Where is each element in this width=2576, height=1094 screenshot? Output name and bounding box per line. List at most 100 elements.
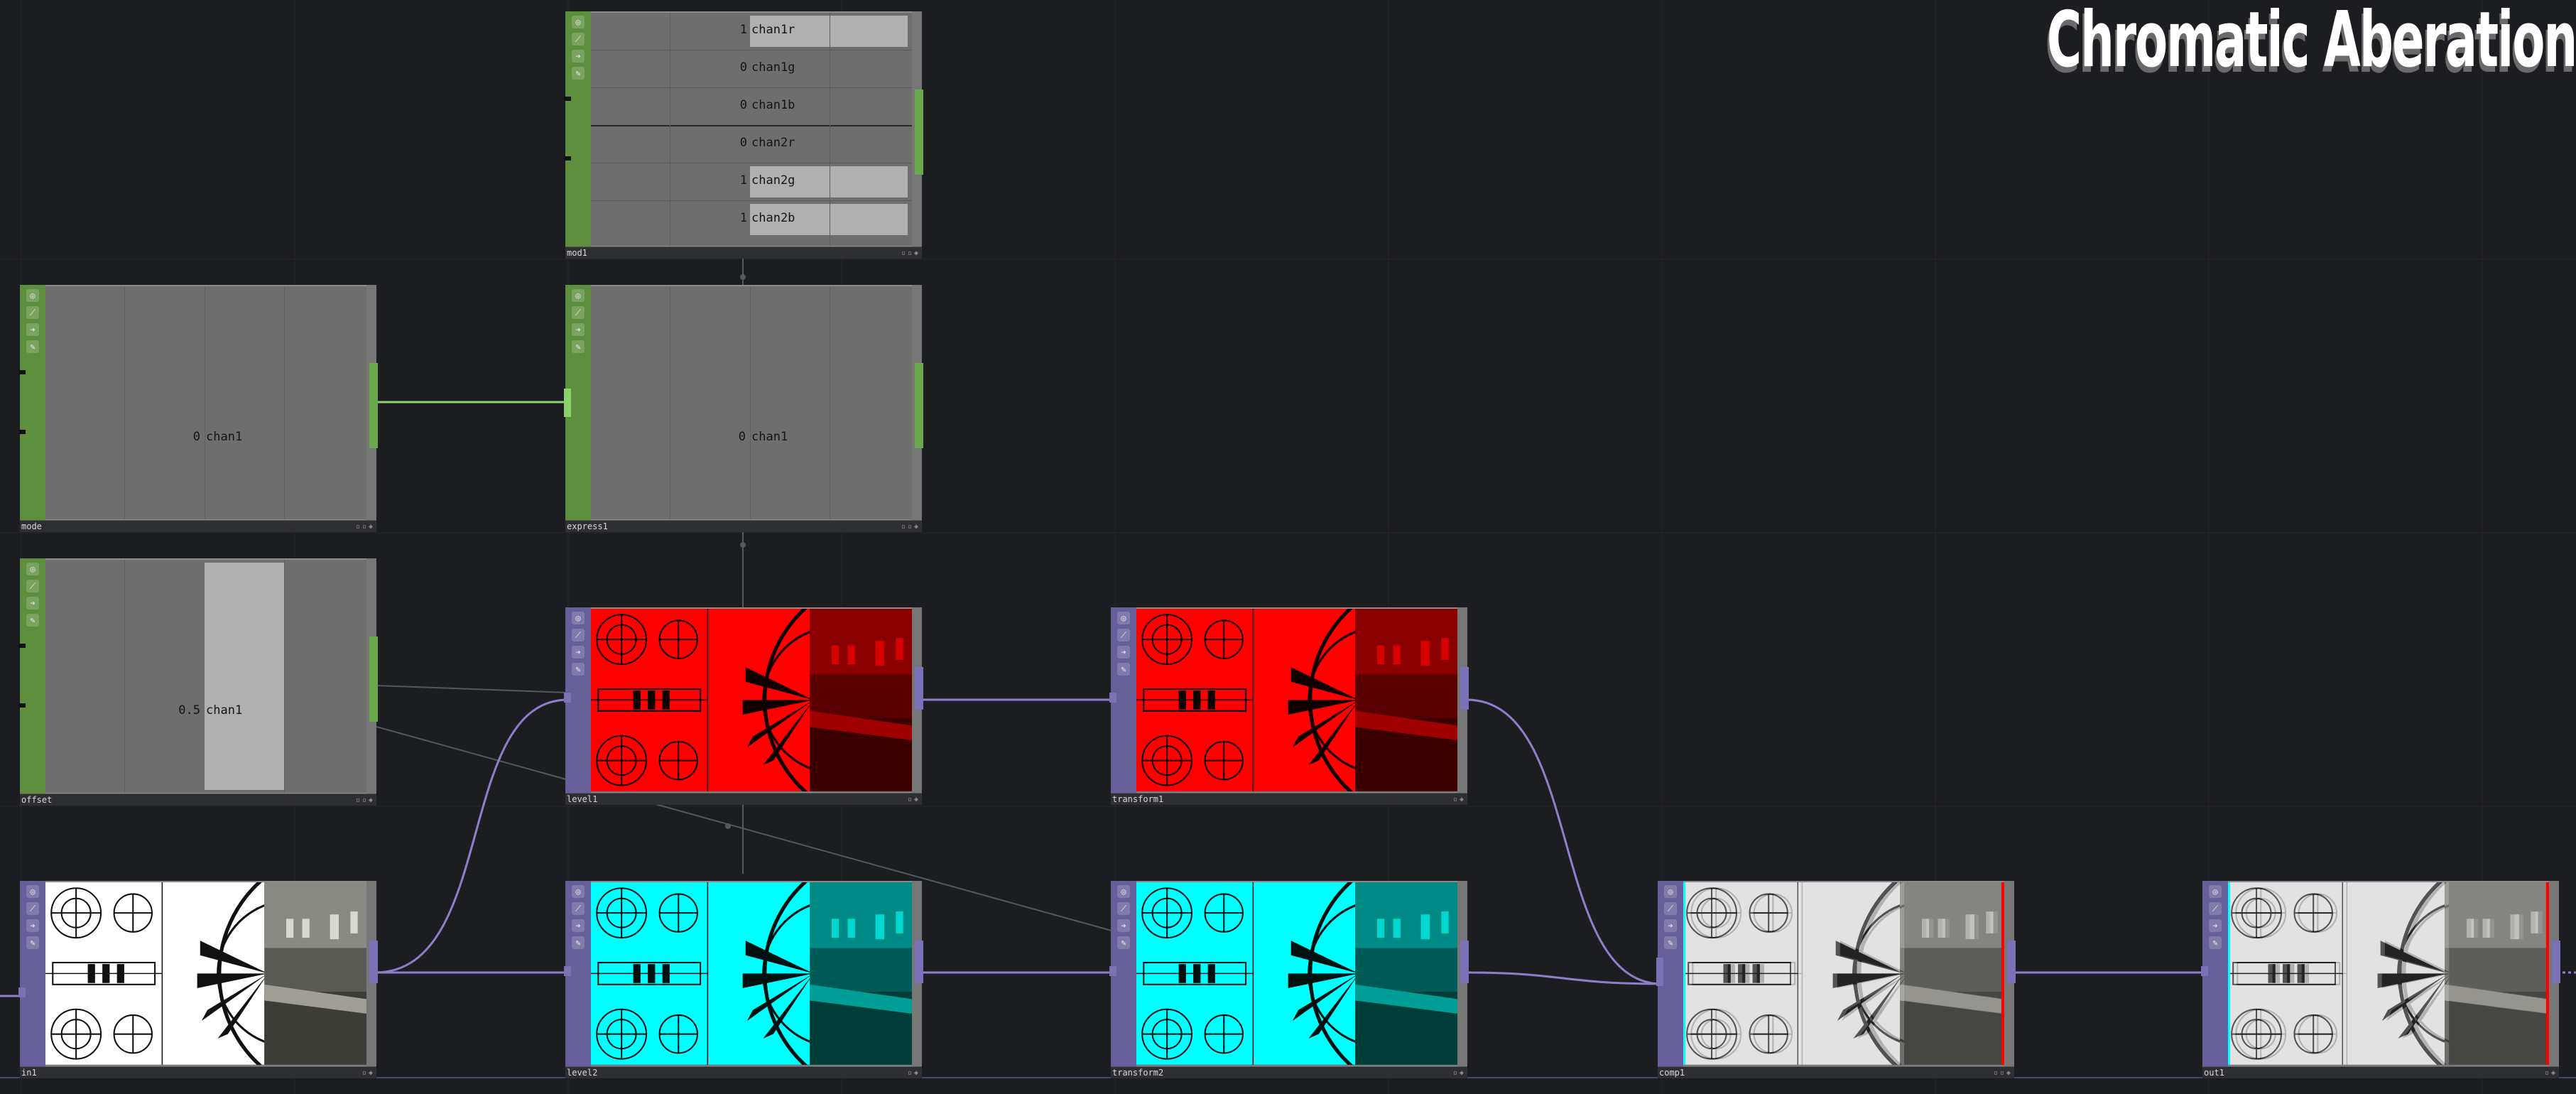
chop-input-connector[interactable] bbox=[18, 703, 26, 708]
bypass-icon[interactable]: ⟋ bbox=[2209, 902, 2222, 915]
top-input-connector[interactable] bbox=[564, 966, 571, 976]
node-out1[interactable]: ◎ ⟋ ➔ ✎ out1 ▫◈ bbox=[2201, 881, 2560, 1078]
top-output-connector[interactable] bbox=[1460, 667, 1469, 710]
top-input-connector[interactable] bbox=[2201, 966, 2208, 976]
node-label[interactable]: in1 bbox=[21, 1068, 37, 1078]
node-in1[interactable]: ◎ ⟋ ➔ ✎ in1 ▫◈ bbox=[18, 881, 378, 1078]
view-icon[interactable]: ◎ bbox=[26, 289, 39, 302]
top-output-connector[interactable] bbox=[2007, 941, 2016, 983]
node-flags-icon[interactable]: ▫▫◈ bbox=[901, 249, 920, 257]
node-mode[interactable]: ◎ ⟋ ➔ ✎ 0 chan1 mode ▫▫◈ bbox=[18, 285, 378, 532]
view-icon[interactable]: ◎ bbox=[26, 885, 39, 898]
node-flags-icon[interactable]: ▫◈ bbox=[2545, 1069, 2558, 1077]
node-express1[interactable]: ◎ ⟋ ➔ ✎ 0 chan1 express1 ▫▫◈ bbox=[564, 285, 923, 532]
node-transform1[interactable]: ◎ ⟋ ➔ ✎ transform1 ▫◈ bbox=[1109, 607, 1469, 805]
node-label[interactable]: level1 bbox=[567, 794, 597, 804]
top-input-connector[interactable] bbox=[18, 987, 26, 997]
bypass-icon[interactable]: ⟋ bbox=[572, 306, 585, 319]
bypass-icon[interactable]: ⟋ bbox=[1117, 902, 1130, 915]
chop-input-connector[interactable] bbox=[18, 370, 26, 374]
edit-icon[interactable]: ✎ bbox=[572, 936, 585, 949]
view-icon[interactable]: ◎ bbox=[1117, 885, 1130, 898]
node-flags-icon[interactable]: ▫◈ bbox=[908, 796, 920, 803]
edit-icon[interactable]: ✎ bbox=[2209, 936, 2222, 949]
chop-output-connector[interactable] bbox=[915, 90, 923, 175]
view-icon[interactable]: ◎ bbox=[1117, 612, 1130, 624]
view-icon[interactable]: ◎ bbox=[572, 612, 585, 624]
chop-input-connector[interactable] bbox=[18, 644, 26, 648]
top-output-connector[interactable] bbox=[915, 941, 923, 983]
node-mod1[interactable]: ◎ ⟋ ➔ ✎ 1 chan1r 0 chan1g 0 chan1b 0 chan2r … bbox=[564, 11, 923, 259]
export-icon[interactable]: ➔ bbox=[26, 597, 39, 610]
edit-icon[interactable]: ✎ bbox=[572, 663, 585, 676]
edit-icon[interactable]: ✎ bbox=[26, 936, 39, 949]
edit-icon[interactable]: ✎ bbox=[572, 67, 585, 80]
node-level2[interactable]: ◎ ⟋ ➔ ✎ level2 ▫◈ bbox=[564, 881, 923, 1078]
top-input-connector[interactable] bbox=[1109, 693, 1116, 703]
node-flags-icon[interactable]: ▫◈ bbox=[1453, 796, 1466, 803]
view-icon[interactable]: ◎ bbox=[572, 885, 585, 898]
bypass-icon[interactable]: ⟋ bbox=[1117, 629, 1130, 641]
node-label[interactable]: comp1 bbox=[1659, 1068, 1685, 1078]
node-flags-icon[interactable]: ▫▫◈ bbox=[356, 796, 375, 804]
chop-input-connector[interactable] bbox=[18, 430, 26, 434]
view-icon[interactable]: ◎ bbox=[26, 563, 39, 575]
node-level1[interactable]: ◎ ⟋ ➔ ✎ level1 ▫◈ bbox=[564, 607, 923, 805]
node-label[interactable]: mode bbox=[21, 521, 42, 531]
chop-input-connector[interactable] bbox=[564, 156, 571, 161]
chop-input-connector[interactable] bbox=[564, 97, 571, 101]
export-icon[interactable]: ➔ bbox=[572, 646, 585, 659]
node-flags-icon[interactable]: ▫◈ bbox=[1453, 1069, 1466, 1077]
export-icon[interactable]: ➔ bbox=[572, 50, 585, 63]
bypass-icon[interactable]: ⟋ bbox=[26, 902, 39, 915]
top-output-connector[interactable] bbox=[915, 667, 923, 710]
node-flags-icon[interactable]: ▫◈ bbox=[908, 1069, 920, 1077]
node-flags-icon[interactable]: ▫▫◈ bbox=[901, 523, 920, 531]
top-input-connector[interactable] bbox=[1656, 958, 1663, 986]
node-offset[interactable]: ◎ ⟋ ➔ ✎ 0.5 chan1 offset ▫▫◈ bbox=[18, 558, 378, 806]
export-icon[interactable]: ➔ bbox=[26, 323, 39, 336]
top-output-connector[interactable] bbox=[1460, 941, 1469, 983]
node-label[interactable]: out1 bbox=[2204, 1068, 2224, 1078]
edit-icon[interactable]: ✎ bbox=[26, 340, 39, 353]
node-flags-icon[interactable]: ▫▫◈ bbox=[1994, 1069, 2013, 1077]
top-input-connector[interactable] bbox=[564, 693, 571, 703]
bypass-icon[interactable]: ⟋ bbox=[26, 580, 39, 592]
bypass-icon[interactable]: ⟋ bbox=[572, 629, 585, 641]
edit-icon[interactable]: ✎ bbox=[26, 614, 39, 627]
bypass-icon[interactable]: ⟋ bbox=[572, 902, 585, 915]
bypass-icon[interactable]: ⟋ bbox=[1664, 902, 1677, 915]
export-icon[interactable]: ➔ bbox=[572, 323, 585, 336]
node-comp1[interactable]: ◎ ⟋ ➔ ✎ comp1 ▫▫◈ bbox=[1656, 881, 2016, 1078]
chop-input-connector[interactable] bbox=[564, 389, 571, 417]
node-label[interactable]: transform2 bbox=[1112, 1068, 1163, 1078]
edit-icon[interactable]: ✎ bbox=[1664, 936, 1677, 949]
export-icon[interactable]: ➔ bbox=[572, 919, 585, 932]
export-icon[interactable]: ➔ bbox=[1117, 919, 1130, 932]
export-icon[interactable]: ➔ bbox=[1664, 919, 1677, 932]
chop-output-connector[interactable] bbox=[915, 363, 923, 448]
view-icon[interactable]: ◎ bbox=[572, 289, 585, 302]
edit-icon[interactable]: ✎ bbox=[572, 340, 585, 353]
top-input-connector[interactable] bbox=[1109, 966, 1116, 976]
node-label[interactable]: mod1 bbox=[567, 248, 587, 258]
edit-icon[interactable]: ✎ bbox=[1117, 663, 1130, 676]
bypass-icon[interactable]: ⟋ bbox=[572, 33, 585, 45]
top-output-connector[interactable] bbox=[2552, 941, 2560, 983]
node-transform2[interactable]: ◎ ⟋ ➔ ✎ transform2 ▫◈ bbox=[1109, 881, 1469, 1078]
node-flags-icon[interactable]: ▫▫◈ bbox=[356, 523, 375, 531]
export-icon[interactable]: ➔ bbox=[2209, 919, 2222, 932]
export-icon[interactable]: ➔ bbox=[1117, 646, 1130, 659]
view-icon[interactable]: ◎ bbox=[1664, 885, 1677, 898]
chop-output-connector[interactable] bbox=[369, 363, 378, 448]
view-icon[interactable]: ◎ bbox=[2209, 885, 2222, 898]
node-label[interactable]: offset bbox=[21, 795, 52, 805]
chop-output-connector[interactable] bbox=[369, 637, 378, 722]
edit-icon[interactable]: ✎ bbox=[1117, 936, 1130, 949]
top-output-connector[interactable] bbox=[369, 941, 378, 983]
node-flags-icon[interactable]: ▫◈ bbox=[362, 1069, 375, 1077]
node-label[interactable]: level2 bbox=[567, 1068, 597, 1078]
view-icon[interactable]: ◎ bbox=[572, 16, 585, 28]
node-label[interactable]: transform1 bbox=[1112, 794, 1163, 804]
bypass-icon[interactable]: ⟋ bbox=[26, 306, 39, 319]
